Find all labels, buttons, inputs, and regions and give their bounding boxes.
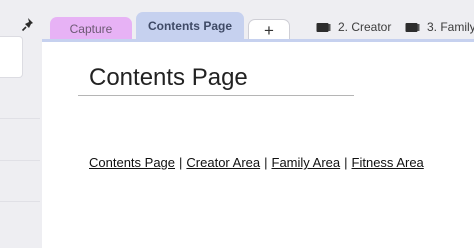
- tab-capture[interactable]: Capture: [50, 17, 132, 41]
- link-creator-area[interactable]: Creator Area: [186, 155, 260, 170]
- page-canvas[interactable]: Contents Page Contents Page | Creator Area…: [42, 42, 474, 248]
- divider: [0, 160, 40, 161]
- link-separator: |: [264, 155, 268, 170]
- title-underline: [78, 95, 354, 96]
- notebook-icon: [405, 22, 420, 32]
- navigation-panel[interactable]: [0, 36, 23, 78]
- contents-links: Contents Page | Creator Area | Family Area | F…: [89, 155, 424, 170]
- link-separator: |: [179, 155, 183, 170]
- pin-icon[interactable]: [20, 17, 36, 33]
- divider: [0, 201, 40, 202]
- link-separator: |: [344, 155, 348, 170]
- section-creator[interactable]: 2. Creator: [316, 20, 391, 34]
- divider: [0, 118, 40, 119]
- add-page-button[interactable]: +: [248, 19, 290, 41]
- section-label: 2. Creator: [338, 20, 392, 34]
- link-fitness-area[interactable]: Fitness Area: [352, 155, 424, 170]
- page-title[interactable]: Contents Page: [89, 64, 248, 92]
- link-family-area[interactable]: Family Area: [272, 155, 341, 170]
- link-contents-page[interactable]: Contents Page: [89, 155, 175, 170]
- section-label: 3. Family: [427, 20, 474, 34]
- tab-contents-page[interactable]: Contents Page: [136, 12, 244, 42]
- notebook-icon: [316, 22, 331, 32]
- section-family[interactable]: 3. Family: [405, 20, 474, 34]
